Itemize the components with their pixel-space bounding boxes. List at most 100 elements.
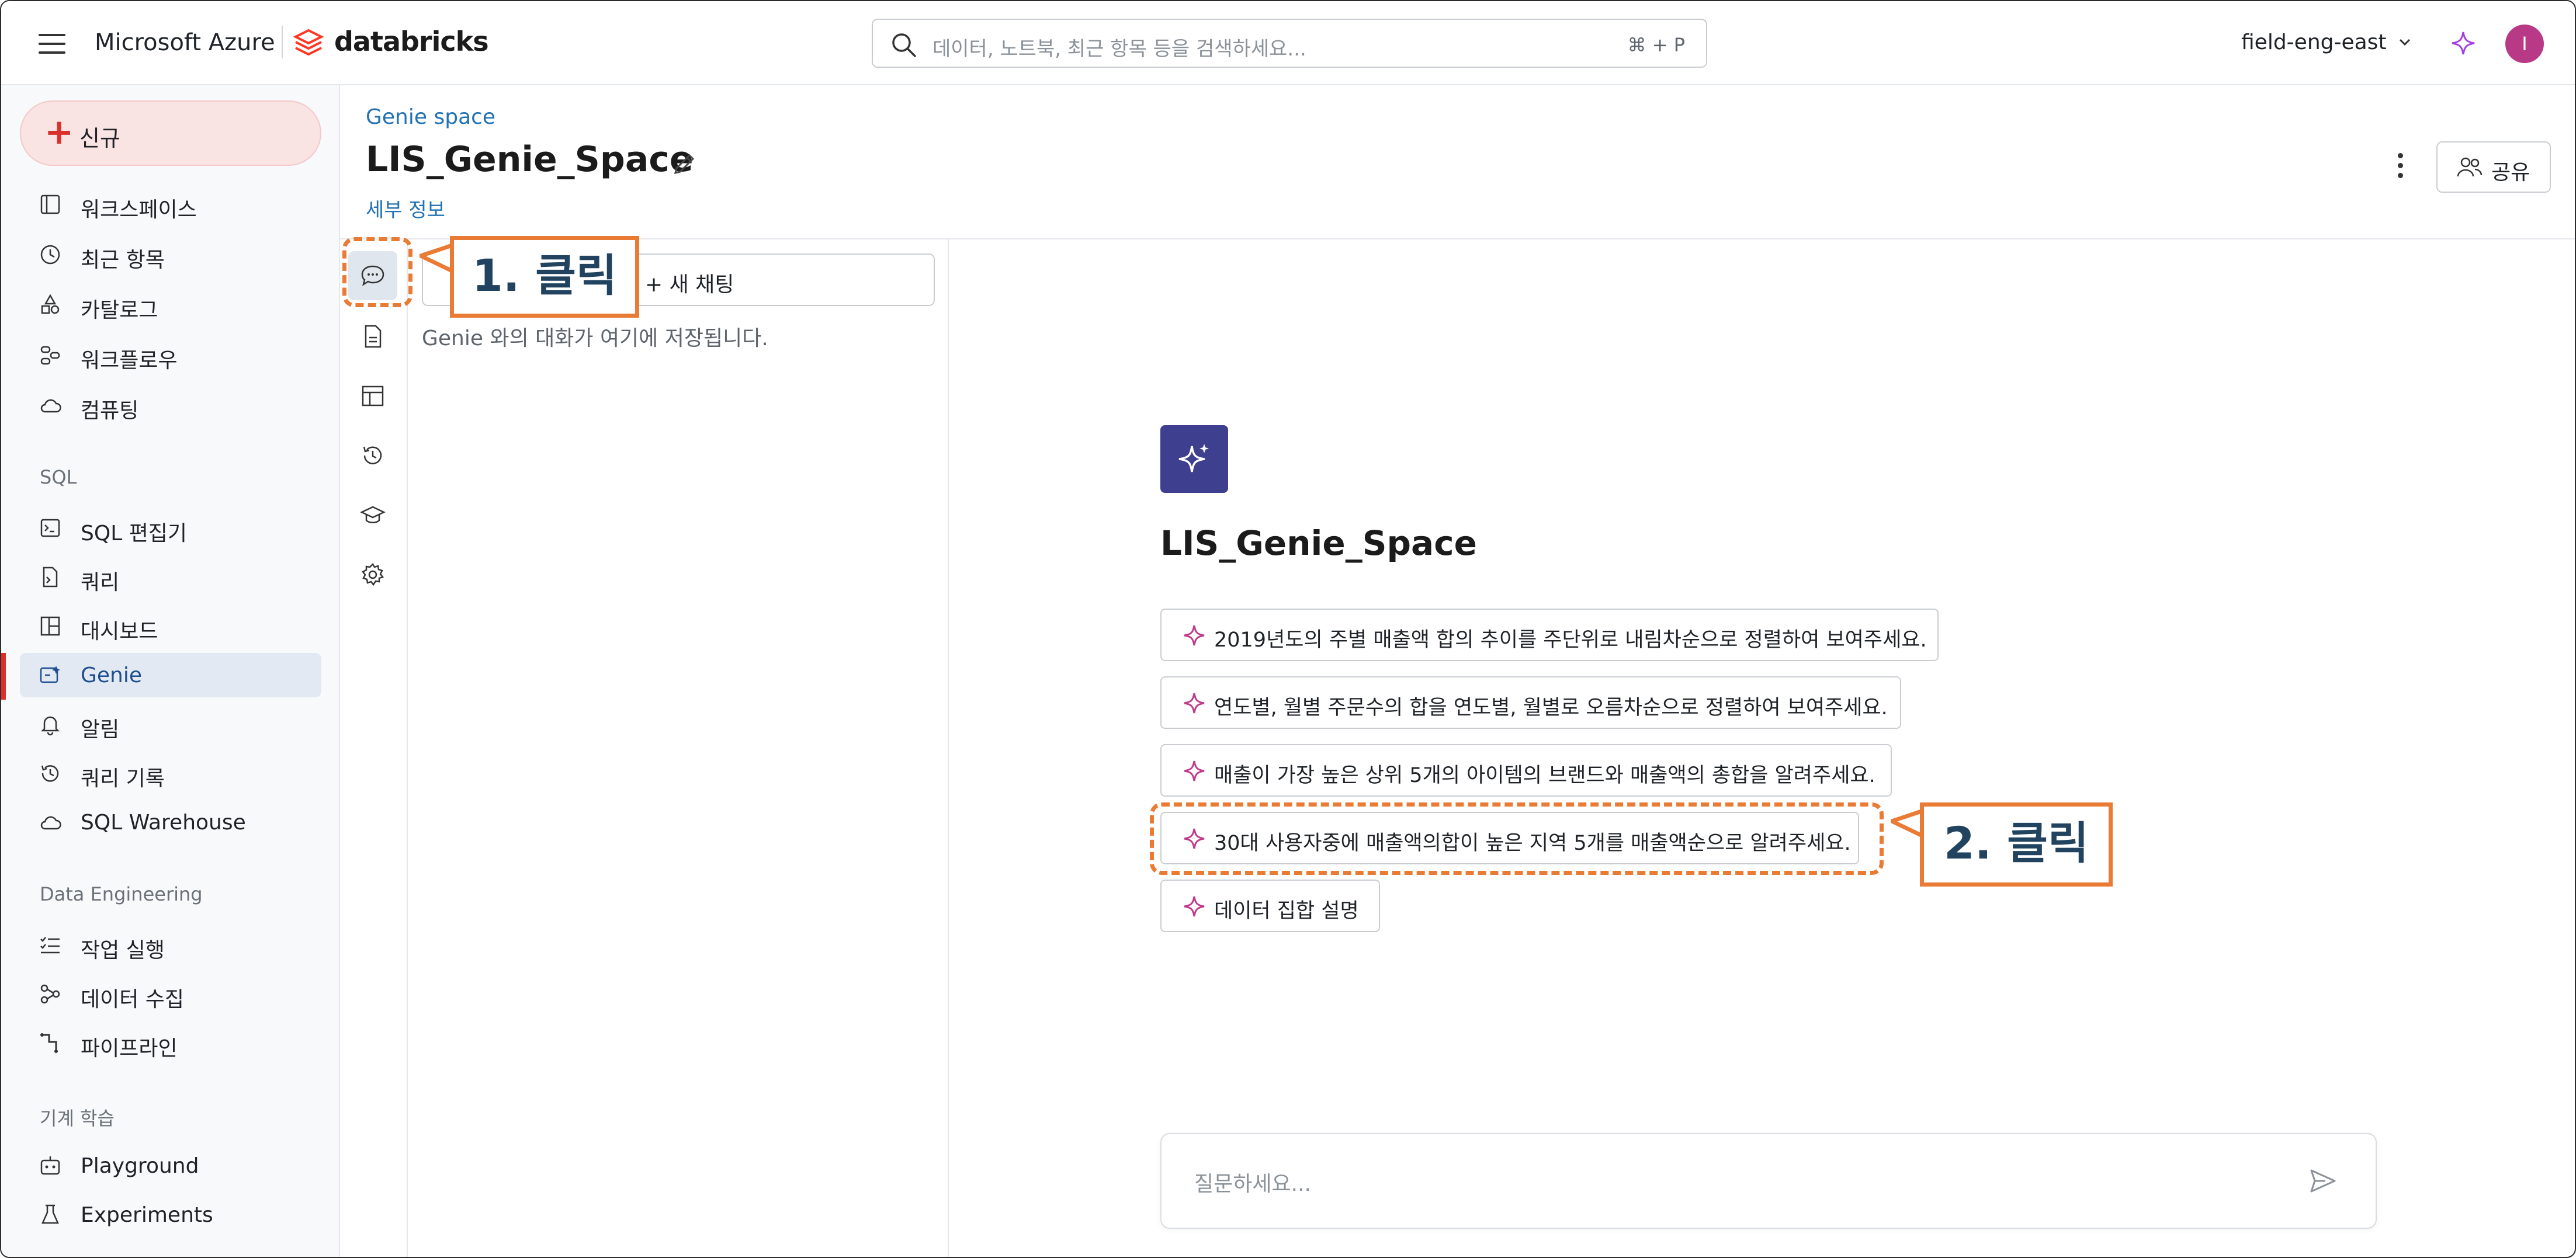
details-link[interactable]: 세부 정보: [366, 194, 445, 223]
history-rail-button[interactable]: [348, 431, 397, 480]
menu-icon[interactable]: [39, 34, 65, 54]
search-input[interactable]: 데이터, 노트북, 최근 항목 등을 검색하세요... ⌘ + P: [872, 19, 1707, 68]
sparkle-icon: [1184, 760, 1205, 781]
kebab-menu-icon[interactable]: [2398, 153, 2405, 181]
brand-divider: [282, 26, 283, 58]
callout-pointer-step2: [1891, 808, 1923, 839]
highlight-box-step2: [1150, 802, 1884, 875]
sidebar-item-workspace[interactable]: 워크스페이스: [20, 182, 321, 227]
sidebar-item-dashboards[interactable]: 대시보드: [20, 604, 321, 648]
question-input[interactable]: 질문하세요...: [1160, 1133, 2377, 1229]
section-header-machine-learning: 기계 학습: [40, 1107, 115, 1130]
search-placeholder: 데이터, 노트북, 최근 항목 등을 검색하세요...: [932, 37, 1306, 61]
chevron-down-icon[interactable]: [2397, 34, 2413, 50]
genie-space-name: LIS_Genie_Space: [1160, 523, 1477, 563]
callout-step1: 1. 클릭: [450, 236, 639, 318]
sidebar-item-label: 쿼리 기록: [81, 767, 165, 791]
settings-rail-button[interactable]: [348, 550, 397, 599]
flask-icon: [41, 1204, 59, 1224]
sidebar-item-recent[interactable]: 최근 항목: [20, 232, 321, 277]
send-icon[interactable]: [2308, 1166, 2338, 1196]
sparkle-icon: [1184, 625, 1205, 646]
sidebar-item-label: 컴퓨팅: [81, 399, 139, 423]
sparkle-icon: [1184, 693, 1205, 714]
genie-icon-rail: [340, 239, 408, 1257]
sidebar-item-label: SQL 편집기: [81, 522, 188, 545]
sidebar-item-genie[interactable]: Genie: [20, 653, 321, 697]
query-icon: [43, 567, 58, 588]
genie-logo: [1160, 425, 1228, 493]
sidebar-item-catalog[interactable]: 카탈로그: [20, 283, 321, 327]
highlight-box-step1: [342, 237, 412, 307]
table-icon: [362, 385, 384, 406]
sparkle-icon: [1184, 896, 1205, 917]
sidebar-item-label: Playground: [81, 1154, 199, 1178]
suggestion-chip[interactable]: 연도별, 월별 주문수의 합을 연도별, 월별로 오름차순으로 정렬하여 보여주…: [1160, 676, 1901, 729]
chat-history-panel: + 새 채팅 Genie 와의 대화가 여기에 저장됩니다.: [408, 239, 949, 1257]
sidebar-item-label: 쿼리: [81, 571, 120, 595]
gear-icon: [362, 562, 384, 586]
suggestion-chip[interactable]: 데이터 집합 설명: [1160, 880, 1380, 932]
browser-frame: Microsoft Azure databricks 데이터, 노트북, 최근 …: [0, 0, 2576, 1258]
sidebar-item-label: 데이터 수집: [81, 988, 185, 1012]
brand-microsoft-azure: Microsoft Azure: [95, 29, 275, 56]
sidebar-item-label: Experiments: [81, 1203, 213, 1227]
dashboard-icon: [40, 616, 60, 636]
avatar[interactable]: I: [2505, 25, 2544, 63]
sidebar-item-experiments[interactable]: Experiments: [20, 1193, 321, 1237]
sidebar-item-label: 워크스페이스: [81, 198, 197, 222]
sidebar-item-data-ingestion[interactable]: 데이터 수집: [20, 972, 321, 1016]
assistant-sparkle-icon[interactable]: [2450, 30, 2476, 56]
suggestion-chip[interactable]: 매출이 가장 높은 상위 5개의 아이템의 브랜드와 매출액의 총합을 알려주세…: [1160, 744, 1892, 797]
search-shortcut: ⌘ + P: [1627, 34, 1685, 56]
document-icon: [365, 325, 382, 348]
workspace-selector[interactable]: field-eng-east: [2241, 30, 2387, 54]
warehouse-icon: [40, 816, 61, 830]
sidebar-item-workflows[interactable]: 워크플로우: [20, 333, 321, 377]
databricks-logo-icon: [293, 29, 324, 56]
data-rail-button[interactable]: [348, 371, 397, 421]
benchmarks-rail-button[interactable]: [348, 491, 397, 540]
breadcrumb[interactable]: Genie space: [366, 105, 495, 129]
sidebar-item-compute[interactable]: 컴퓨팅: [20, 383, 321, 428]
history-icon: [41, 765, 59, 782]
sidebar-item-playground[interactable]: Playground: [20, 1144, 321, 1188]
robot-icon: [40, 1156, 60, 1175]
sidebar-item-label: 파이프라인: [81, 1037, 178, 1061]
sidebar-item-queries[interactable]: 쿼리: [20, 555, 321, 599]
workflow-icon: [40, 346, 60, 365]
new-chat-label: + 새 채팅: [645, 273, 734, 297]
active-indicator: [1, 653, 6, 700]
sidebar-item-sql-warehouse[interactable]: SQL Warehouse: [20, 800, 321, 845]
bell-icon: [40, 716, 60, 736]
brand-databricks[interactable]: databricks: [334, 26, 489, 57]
section-header-data-engineering: Data Engineering: [40, 883, 203, 905]
clock-icon: [40, 245, 60, 265]
sidebar-item-job-runs[interactable]: 작업 실행: [20, 923, 321, 967]
suggestion-text: 매출이 가장 높은 상위 5개의 아이템의 브랜드와 매출액의 총합을 알려주세…: [1214, 764, 1875, 787]
sidebar-item-alerts[interactable]: 알림: [20, 702, 321, 746]
callout-step2: 2. 클릭: [1920, 802, 2113, 887]
suggestion-chip[interactable]: 2019년도의 주별 매출액 합의 추이를 주단위로 내림차순으로 정렬하여 보…: [1160, 609, 1939, 661]
job-runs-icon: [40, 937, 60, 954]
new-button[interactable]: + 신규: [20, 100, 321, 166]
history-icon: [363, 446, 382, 465]
catalog-icon: [41, 294, 60, 314]
share-button-label: 공유: [2491, 161, 2530, 185]
pencil-icon[interactable]: [671, 151, 698, 178]
instructions-rail-button[interactable]: [348, 312, 397, 361]
page-title: LIS_Genie_Space: [366, 139, 694, 180]
search-icon: [892, 33, 916, 57]
main-content: Genie space LIS_Genie_Space 세부 정보 공유 + 새…: [340, 85, 2575, 1257]
suggestion-text: 연도별, 월별 주문수의 합을 연도별, 월별로 오름차순으로 정렬하여 보여주…: [1214, 696, 1888, 720]
sidebar-item-label: Genie: [81, 663, 143, 687]
sidebar-item-sql-editor[interactable]: SQL 편집기: [20, 506, 321, 550]
genie-icon: [40, 666, 60, 683]
sidebar-item-label: 대시보드: [81, 620, 158, 644]
sidebar-item-label: 워크플로우: [81, 349, 178, 373]
sidebar-item-label: SQL Warehouse: [81, 811, 246, 835]
share-button[interactable]: 공유: [2436, 141, 2551, 193]
sidebar-item-query-history[interactable]: 쿼리 기록: [20, 751, 321, 795]
plus-icon: +: [44, 112, 74, 152]
sidebar-item-pipelines[interactable]: 파이프라인: [20, 1021, 321, 1065]
